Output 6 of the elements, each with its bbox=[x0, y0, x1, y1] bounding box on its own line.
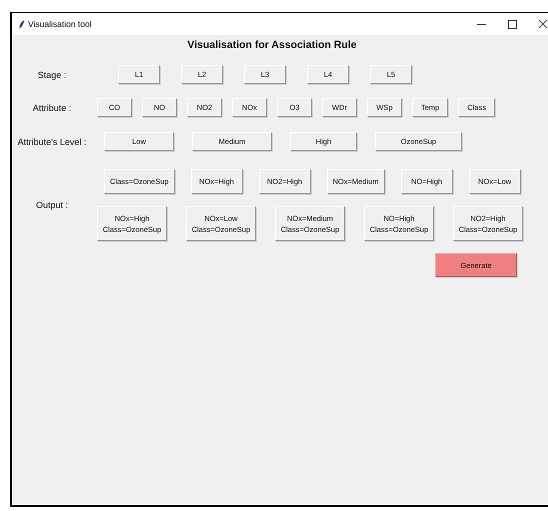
row-label: Attribute : bbox=[32, 102, 72, 112]
heading: Visualisation for Association Rule bbox=[186, 39, 358, 51]
output-label: Output : bbox=[34, 200, 70, 210]
window-title: Visualisation tool bbox=[28, 19, 92, 29]
row-label: Attribute's Level : bbox=[16, 136, 88, 146]
row-label: Stage : bbox=[36, 70, 68, 80]
